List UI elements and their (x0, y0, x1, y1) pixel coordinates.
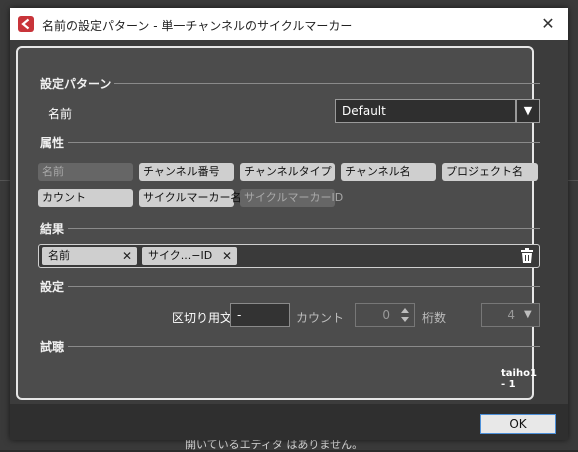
result-tag-name[interactable]: 名前 ✕ (42, 247, 137, 265)
section-title-pattern: 設定パターン (40, 77, 112, 91)
section-divider (114, 83, 540, 84)
section-divider (68, 142, 540, 143)
attr-chip-cycle-marker-name[interactable]: サイクルマーカー名 (139, 189, 241, 207)
window-title: 名前の設定パターン - 単一チャンネルのサイクルマーカー (42, 19, 353, 33)
attr-chip-cycle-marker-id[interactable]: サイクルマーカーID (240, 189, 343, 207)
preview-value: taiho1 - 1 (501, 368, 537, 390)
section-title-preview: 試聴 (40, 340, 65, 354)
section-title-attributes: 属性 (40, 136, 65, 150)
attr-chip-channel-name[interactable]: チャンネル名 (341, 163, 436, 181)
remove-tag-icon[interactable]: ✕ (122, 247, 132, 265)
section-title-results: 結果 (40, 222, 65, 236)
cubase-logo-icon (18, 16, 34, 32)
section-divider (68, 228, 540, 229)
attr-chip-project-name[interactable]: プロジェクト名 (442, 163, 538, 181)
name-label: 名前 (48, 107, 73, 121)
stepper-arrows-icon[interactable] (399, 304, 411, 326)
trash-icon[interactable] (520, 248, 534, 264)
separator-input[interactable]: - (230, 303, 290, 327)
pattern-name-combo[interactable]: Default (335, 99, 516, 123)
close-button[interactable]: ✕ (528, 8, 568, 40)
naming-pattern-dialog: 名前の設定パターン - 単一チャンネルのサイクルマーカー ✕ 設定パターン 名前… (10, 8, 568, 440)
digits-label: 桁数 (422, 311, 447, 325)
result-tag-cycle-marker-id[interactable]: サイク...−ID ✕ (142, 247, 237, 265)
result-tag-label: 名前 (48, 249, 70, 262)
result-pattern-box[interactable]: 名前 ✕ サイク...−ID ✕ (38, 244, 540, 268)
section-divider (68, 286, 540, 287)
chevron-down-icon[interactable]: ▼ (524, 309, 532, 320)
remove-tag-icon[interactable]: ✕ (222, 247, 232, 265)
attr-chip-channel-number[interactable]: チャンネル番号 (139, 163, 234, 181)
title-bar[interactable]: 名前の設定パターン - 単一チャンネルのサイクルマーカー ✕ (10, 8, 568, 40)
attr-chip-name[interactable]: 名前 (38, 163, 133, 181)
result-tag-label: サイク...−ID (148, 249, 213, 262)
section-title-settings: 設定 (40, 280, 65, 294)
attr-chip-channel-type[interactable]: チャンネルタイプ (240, 163, 335, 181)
ok-button[interactable]: OK (480, 414, 556, 434)
section-divider (68, 346, 540, 347)
attr-chip-count[interactable]: カウント (38, 189, 133, 207)
count-label: カウント (296, 311, 345, 325)
settings-panel: 設定パターン 名前 Default ▼ 属性 名前 チャンネル番号 チャンネルタ… (16, 46, 540, 400)
pattern-dropdown-button[interactable]: ▼ (516, 99, 540, 123)
